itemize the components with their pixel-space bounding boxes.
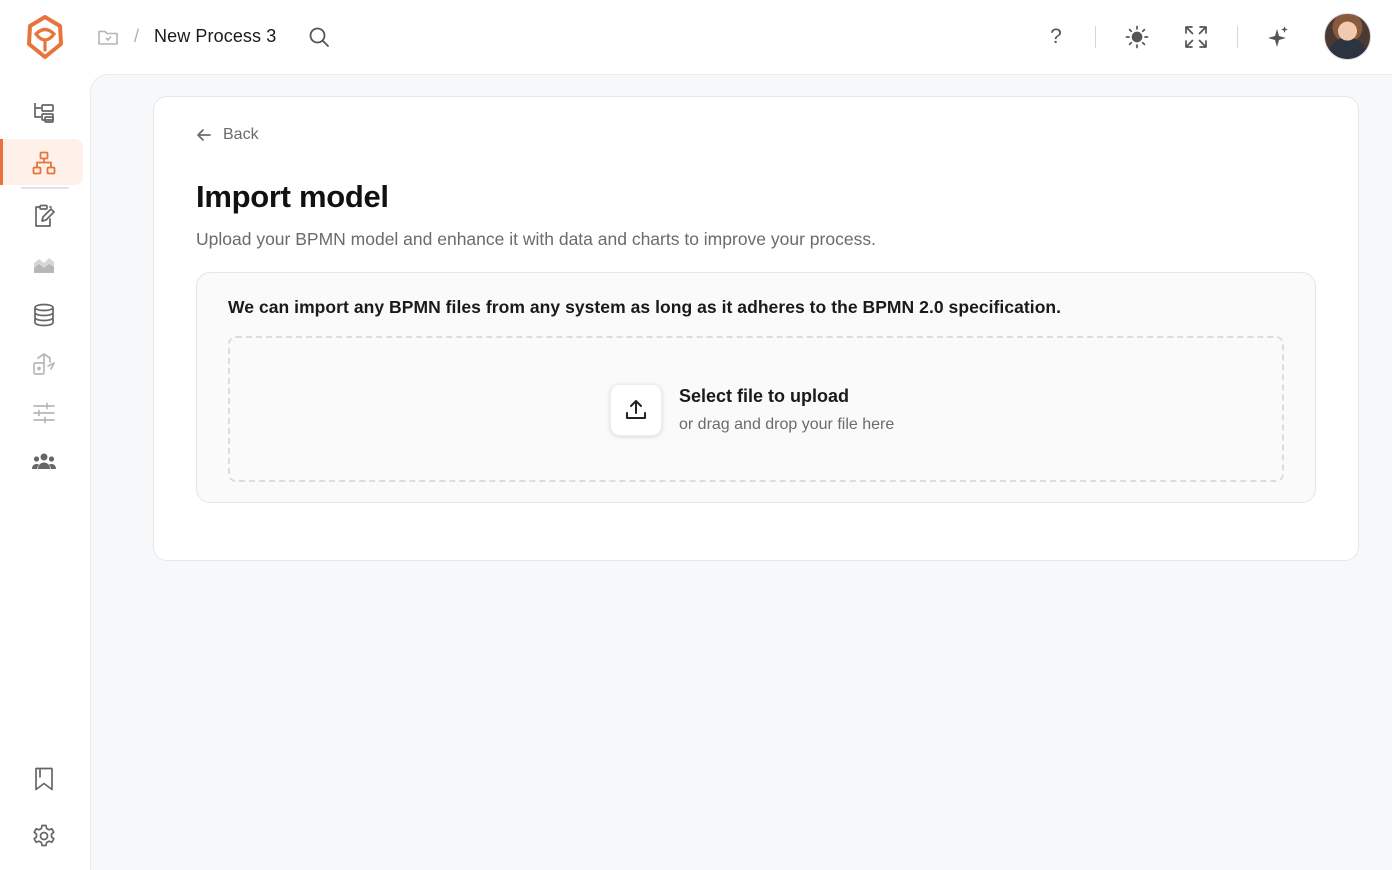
sidebar-item-data[interactable] [0,291,90,337]
sidebar [0,74,90,870]
import-card: Back Import model Upload your BPMN model… [153,96,1359,561]
sidebar-item-analytics[interactable] [0,241,90,287]
top-bar: / New Process 3 ? [0,0,1392,74]
dropzone-title[interactable]: Select file to upload [679,386,849,407]
sidebar-item-team[interactable] [0,438,90,484]
import-panel: We can import any BPMN files from any sy… [196,272,1316,503]
back-label: Back [223,126,259,143]
file-dropzone[interactable]: Select file to upload or drag and drop y… [228,336,1284,482]
app-logo-icon[interactable] [24,14,66,60]
divider [1237,26,1238,48]
page-title: Import model [196,179,389,214]
upload-icon [626,400,646,419]
sliders-icon [31,400,57,426]
divider [1095,26,1096,48]
sun-icon[interactable] [1124,24,1150,50]
import-note: We can import any BPMN files from any sy… [228,297,1062,317]
arrow-left-icon [197,129,211,141]
avatar[interactable] [1324,13,1371,60]
page-subtitle: Upload your BPMN model and enhance it wi… [196,229,876,249]
bookmark-icon [31,766,57,792]
sparkles-icon[interactable] [1265,24,1291,50]
chart-mountain-icon [31,252,57,278]
dropzone-subtitle: or drag and drop your file here [679,416,895,433]
sidebar-item-settings-sliders[interactable] [0,389,90,435]
database-icon [31,302,57,328]
search-icon[interactable] [307,25,331,49]
breadcrumb-separator: / [134,26,140,46]
gear-icon [31,823,57,849]
users-icon [31,449,57,475]
process-title[interactable]: New Process 3 [154,26,276,47]
active-underline [21,187,69,189]
clipboard-edit-icon [31,203,57,229]
help-button[interactable]: ? [1043,24,1069,50]
sidebar-item-export[interactable] [0,340,90,386]
main-content: Back Import model Upload your BPMN model… [90,74,1392,870]
back-button[interactable]: Back [195,126,259,144]
export-icon [31,351,57,377]
sidebar-item-hierarchy[interactable] [0,89,90,135]
folder-icon[interactable] [96,25,120,49]
sitemap-icon [31,150,57,176]
sidebar-item-bookmarks[interactable] [0,755,90,801]
hierarchy-icon [31,100,57,126]
sidebar-item-tasks[interactable] [0,192,90,238]
upload-button[interactable] [610,384,662,436]
sidebar-item-settings[interactable] [0,812,90,858]
expand-icon[interactable] [1183,24,1209,50]
sidebar-item-process-model[interactable] [0,139,83,185]
